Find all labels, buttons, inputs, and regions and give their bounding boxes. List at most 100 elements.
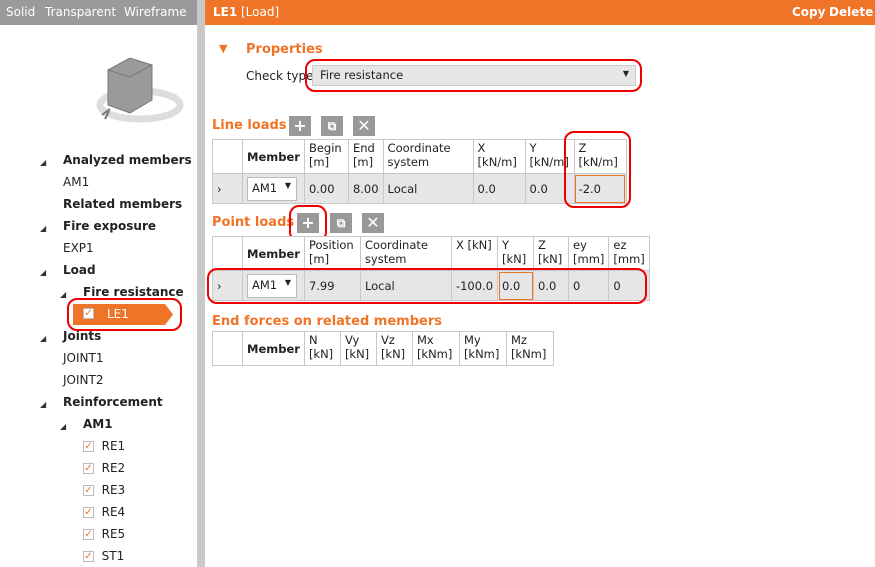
col-vz: Vz [kN] (375, 331, 413, 366)
wireframe-button[interactable]: Wireframe (124, 5, 187, 19)
col-end: End [m] (347, 139, 384, 174)
properties-title: Properties (246, 42, 323, 57)
copy-point-load-button[interactable]: ⧉ (330, 213, 352, 233)
tree-item-label: RE2 (101, 461, 126, 475)
end-cell[interactable]: 8.00 (347, 173, 384, 204)
tree-joints[interactable]: Joints (63, 329, 101, 343)
checkbox-checked-icon[interactable]: ✓ (83, 507, 94, 518)
collapse-icon[interactable]: ◢ (40, 334, 46, 343)
checkbox-checked-icon[interactable]: ✓ (83, 529, 94, 540)
tree-item-re3[interactable]: ✓ RE3 (83, 483, 125, 497)
ez-cell[interactable]: 0 (608, 270, 650, 301)
z-cell[interactable]: 0.0 (533, 270, 570, 301)
table-row[interactable]: › AM1 ▼ 7.99 Local -100.0 0.0 0.0 0 0 (212, 270, 650, 301)
col-member: Member (242, 139, 305, 174)
tree-item-joint2[interactable]: JOINT2 (63, 373, 103, 387)
tree-item-re2[interactable]: ✓ RE2 (83, 461, 125, 475)
position-cell[interactable]: 7.99 (303, 270, 361, 301)
transparent-button[interactable]: Transparent (45, 5, 116, 19)
tree-item-am1[interactable]: AM1 (63, 175, 89, 189)
coordinate-system-cell[interactable]: Local (359, 270, 452, 301)
point-loads-table: Member Position [m] Coordinate system X … (212, 236, 650, 301)
tree-load[interactable]: Load (63, 263, 96, 277)
collapse-icon[interactable]: ◢ (60, 422, 66, 431)
tree-item-exp1[interactable]: EXP1 (63, 241, 94, 255)
tree-item-label: RE5 (101, 527, 126, 541)
tree-fire-exposure[interactable]: Fire exposure (63, 219, 156, 233)
begin-cell[interactable]: 0.00 (303, 173, 349, 204)
tree-analyzed-members[interactable]: Analyzed members (63, 153, 192, 167)
checkbox-checked-icon[interactable]: ✓ (83, 551, 94, 562)
checkbox-checked-icon[interactable]: ✓ (83, 485, 94, 496)
collapse-icon[interactable]: ◢ (60, 290, 66, 299)
collapse-properties-icon[interactable]: ▼ (219, 42, 227, 55)
solid-button[interactable]: Solid (6, 5, 35, 19)
tree-item-re5[interactable]: ✓ RE5 (83, 527, 125, 541)
col-member: Member (242, 331, 305, 366)
col-begin: Begin [m] (303, 139, 349, 174)
col-member: Member (242, 236, 305, 271)
collapse-icon[interactable]: ◢ (40, 268, 46, 277)
tree-reinf-am1[interactable]: AM1 (83, 417, 113, 431)
check-type-value: Fire resistance (320, 68, 404, 82)
col-x: X [kN] (450, 236, 499, 271)
header-bar: LE1 [Load] Copy Delete (205, 0, 875, 25)
col-y: Y [kN/m] (524, 139, 575, 174)
member-select[interactable]: AM1 ▼ (247, 176, 297, 201)
end-forces-table: Member N [kN] Vy [kN] Vz [kN] Mx [kNm] M… (212, 331, 554, 366)
col-ey: ey [mm] (568, 236, 610, 271)
coordinate-system-cell[interactable]: Local (382, 173, 474, 204)
check-type-select[interactable]: Fire resistance ▼ (312, 65, 636, 86)
col-position: Position [m] (303, 236, 361, 271)
x-cell[interactable]: 0.0 (472, 173, 526, 204)
col-z: Z [kN] (533, 236, 570, 271)
collapse-icon[interactable]: ◢ (40, 224, 46, 233)
col-coordinate-system: Coordinate system (382, 139, 474, 174)
copy-line-load-button[interactable]: ⧉ (321, 116, 343, 136)
tree-related-members[interactable]: Related members (63, 197, 182, 211)
tree-item-label: RE1 (101, 439, 126, 453)
col-ez: ez [mm] (608, 236, 650, 271)
view-cube-icon[interactable] (90, 55, 185, 130)
tree-item-re1[interactable]: ✓ RE1 (83, 439, 125, 453)
expand-row-icon[interactable]: › (212, 270, 243, 301)
tree-item-joint1[interactable]: JOINT1 (63, 351, 103, 365)
x-cell[interactable]: -100.0 (450, 270, 499, 301)
header-subtitle: [Load] (241, 5, 280, 19)
y-cell[interactable]: 0.0 (497, 270, 535, 301)
point-loads-title: Point loads (212, 215, 295, 230)
tree-item-label: ST1 (101, 549, 125, 563)
copy-button[interactable]: Copy (792, 5, 825, 19)
delete-button[interactable]: Delete (829, 5, 873, 19)
delete-line-load-button[interactable]: ✕ (353, 116, 375, 136)
check-type-label: Check type (246, 69, 314, 83)
expand-row-icon[interactable]: › (212, 173, 243, 204)
collapse-icon[interactable]: ◢ (40, 400, 46, 409)
add-line-load-button[interactable]: + (289, 116, 311, 136)
end-forces-title: End forces on related members (212, 314, 442, 329)
z-cell[interactable]: -2.0 (573, 173, 627, 204)
member-select[interactable]: AM1 ▼ (247, 273, 297, 298)
panel-splitter[interactable] (197, 0, 205, 567)
tree-item-st1[interactable]: ✓ ST1 (83, 549, 124, 563)
checkbox-checked-icon[interactable]: ✓ (83, 463, 94, 474)
tree-item-re4[interactable]: ✓ RE4 (83, 505, 125, 519)
tree-item-le1-selected[interactable]: ✓ LE1 (73, 304, 173, 325)
tree-fire-resistance[interactable]: Fire resistance (83, 285, 184, 299)
delete-point-load-button[interactable]: ✕ (362, 213, 384, 233)
collapse-icon[interactable]: ◢ (40, 158, 46, 167)
tree-item-label: LE1 (107, 307, 129, 321)
tree-reinforcement[interactable]: Reinforcement (63, 395, 163, 409)
checkbox-checked-icon[interactable]: ✓ (83, 441, 94, 452)
col-coordinate-system: Coordinate system (359, 236, 452, 271)
col-z: Z [kN/m] (573, 139, 627, 174)
col-n: N [kN] (303, 331, 341, 366)
y-cell[interactable]: 0.0 (524, 173, 575, 204)
col-x: X [kN/m] (472, 139, 526, 174)
checkbox-checked-icon[interactable]: ✓ (83, 308, 94, 319)
add-point-load-button[interactable]: + (297, 213, 319, 233)
ey-cell[interactable]: 0 (568, 270, 610, 301)
tree-item-label: RE3 (101, 483, 126, 497)
dropdown-arrow-icon: ▼ (622, 69, 629, 78)
table-row[interactable]: › AM1 ▼ 0.00 8.00 Local 0.0 0.0 -2.0 (212, 173, 627, 204)
